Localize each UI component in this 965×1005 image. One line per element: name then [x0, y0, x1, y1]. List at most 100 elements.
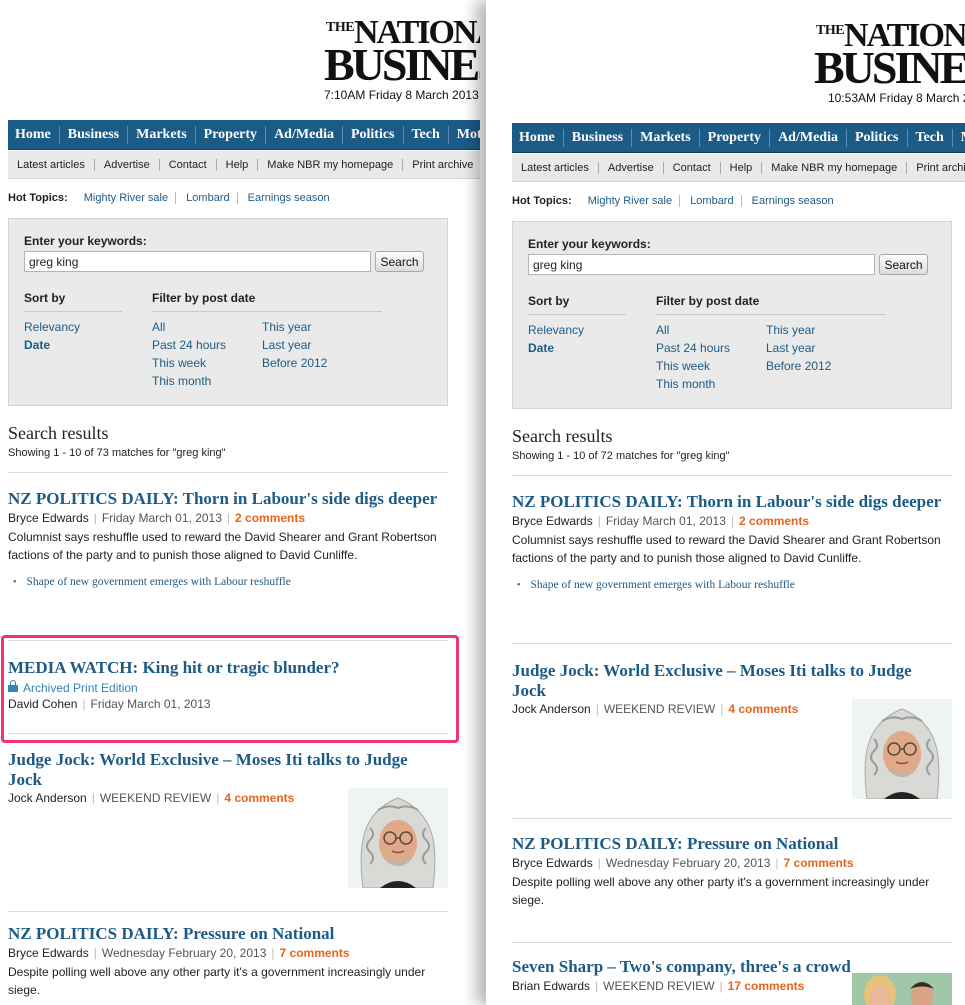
search-button[interactable]: Search [375, 251, 424, 272]
subnav-advertise[interactable]: Advertise [599, 161, 664, 174]
result-meta: Bryce Edwards | Friday March 01, 2013 | 2 co… [512, 513, 810, 528]
judge-wig-portrait-icon[interactable] [852, 699, 952, 799]
nav-home[interactable]: Home [512, 128, 564, 147]
nav-motoring[interactable]: Motoring [449, 126, 480, 144]
filter-this-year[interactable]: This year [262, 320, 311, 334]
filter-divider [152, 311, 382, 312]
result-title-link[interactable]: NZ POLITICS DAILY: Thorn in Labour's sid… [8, 489, 448, 509]
result-comments-link[interactable]: 17 comments [728, 979, 805, 993]
nav-home[interactable]: Home [8, 125, 60, 144]
result-comments-link[interactable]: 4 comments [728, 702, 798, 716]
filter-all[interactable]: All [656, 323, 669, 337]
judge-wig-portrait-icon[interactable] [348, 788, 448, 888]
logo-the: THE [326, 20, 355, 35]
hot-topic-link[interactable]: Lombard [179, 192, 238, 204]
nav-markets[interactable]: Markets [632, 128, 700, 147]
nav-politics[interactable]: Politics [847, 128, 908, 147]
nav-property[interactable]: Property [700, 128, 771, 147]
results-heading: Search results [512, 426, 613, 446]
result-item: NZ POLITICS DAILY: Pressure on National … [512, 834, 952, 909]
nav-business[interactable]: Business [60, 125, 129, 144]
sort-by-heading: Sort by [24, 291, 66, 305]
result-title-link[interactable]: Judge Jock: World Exclusive – Moses Iti … [8, 750, 428, 789]
nav-motoring[interactable]: Motoring [953, 129, 965, 147]
filter-this-week[interactable]: This week [656, 359, 710, 373]
search-button[interactable]: Search [879, 254, 928, 275]
result-comments-link[interactable]: 7 comments [784, 856, 854, 870]
hot-topic-link[interactable]: Mighty River sale [580, 195, 681, 207]
subnav-print-archive[interactable]: Print archive [907, 162, 965, 174]
result-title-link[interactable]: Judge Jock: World Exclusive – Moses Iti … [512, 661, 932, 700]
sort-date[interactable]: Date [24, 338, 50, 352]
search-input[interactable] [24, 251, 371, 272]
hot-topic-link[interactable]: Lombard [683, 195, 742, 207]
result-comments-link[interactable]: 2 comments [739, 514, 809, 528]
nav-tech[interactable]: Tech [404, 125, 449, 144]
sort-relevancy[interactable]: Relevancy [528, 323, 584, 337]
result-meta: Bryce Edwards | Wednesday February 20, 201… [8, 945, 350, 960]
nav-business[interactable]: Business [564, 128, 633, 147]
result-summary: Columnist says reshuffle used to reward … [8, 529, 437, 562]
nav-admedia[interactable]: Ad/Media [770, 128, 847, 147]
subnav-contact[interactable]: Contact [664, 161, 721, 174]
result-comments-link[interactable]: 7 comments [280, 946, 350, 960]
filter-this-year[interactable]: This year [766, 323, 815, 337]
nav-markets[interactable]: Markets [128, 125, 196, 144]
sub-nav: Latest articles Advertise Contact Help M… [8, 151, 480, 179]
presenters-photo-icon[interactable] [852, 973, 952, 1005]
filter-this-month[interactable]: This month [656, 377, 715, 391]
result-title-link[interactable]: Seven Sharp – Two's company, three's a c… [512, 957, 902, 977]
result-summary: Despite polling well above any other par… [512, 874, 930, 907]
subnav-make-homepage[interactable]: Make NBR my homepage [258, 158, 404, 171]
search-input[interactable] [528, 254, 875, 275]
result-comments-link[interactable]: 4 comments [224, 791, 294, 805]
sort-date[interactable]: Date [528, 341, 554, 355]
results-heading: Search results [8, 423, 109, 443]
nav-property[interactable]: Property [196, 125, 267, 144]
subnav-help[interactable]: Help [721, 161, 763, 174]
result-author: Jock Anderson [8, 791, 87, 805]
filter-last-year[interactable]: Last year [262, 338, 311, 352]
result-author: Bryce Edwards [8, 510, 89, 525]
main-nav: Home Business Markets Property Ad/Media … [512, 123, 965, 153]
sort-by-heading: Sort by [528, 294, 570, 308]
hot-topics: Hot Topics: Mighty River sale Lombard Ea… [8, 192, 337, 204]
filter-before-2012[interactable]: Before 2012 [766, 359, 831, 373]
results-divider [512, 475, 952, 476]
result-title-link[interactable]: NZ POLITICS DAILY: Pressure on National [8, 924, 448, 944]
subnav-contact[interactable]: Contact [160, 158, 217, 171]
nav-admedia[interactable]: Ad/Media [266, 125, 343, 144]
filter-this-month[interactable]: This month [152, 374, 211, 388]
nav-politics[interactable]: Politics [343, 125, 404, 144]
result-date: Friday March 01, 2013 [605, 513, 726, 528]
filter-last-year[interactable]: Last year [766, 341, 815, 355]
result-title-link[interactable]: NZ POLITICS DAILY: Pressure on National [512, 834, 952, 854]
sub-nav: Latest articles Advertise Contact Help M… [512, 154, 965, 182]
subnav-latest-articles[interactable]: Latest articles [512, 161, 599, 174]
hot-topic-link[interactable]: Mighty River sale [76, 192, 177, 204]
filter-this-week[interactable]: This week [152, 356, 206, 370]
result-date: Friday March 01, 2013 [101, 510, 222, 525]
filter-all[interactable]: All [152, 320, 165, 334]
result-author: Bryce Edwards [8, 945, 89, 960]
related-article-link[interactable]: Shape of new government emerges with Lab… [8, 576, 448, 588]
filter-past-24-hours[interactable]: Past 24 hours [656, 341, 730, 355]
filter-before-2012[interactable]: Before 2012 [262, 356, 327, 370]
highlight-annotation-box [1, 635, 459, 743]
hot-topic-link[interactable]: Earnings season [241, 192, 337, 204]
logo-business: BUSINESS [814, 42, 965, 93]
subnav-make-homepage[interactable]: Make NBR my homepage [762, 161, 908, 174]
nav-tech[interactable]: Tech [908, 128, 953, 147]
sort-relevancy[interactable]: Relevancy [24, 320, 80, 334]
result-divider [8, 911, 448, 912]
subnav-help[interactable]: Help [217, 158, 259, 171]
logo-business: BUSINESS [324, 39, 480, 90]
subnav-advertise[interactable]: Advertise [95, 158, 160, 171]
subnav-print-archive[interactable]: Print archive [403, 159, 480, 171]
subnav-latest-articles[interactable]: Latest articles [8, 158, 95, 171]
filter-past-24-hours[interactable]: Past 24 hours [152, 338, 226, 352]
result-title-link[interactable]: NZ POLITICS DAILY: Thorn in Labour's sid… [512, 492, 952, 512]
hot-topic-link[interactable]: Earnings season [745, 195, 841, 207]
result-comments-link[interactable]: 2 comments [235, 511, 305, 525]
related-article-link[interactable]: Shape of new government emerges with Lab… [512, 579, 952, 591]
